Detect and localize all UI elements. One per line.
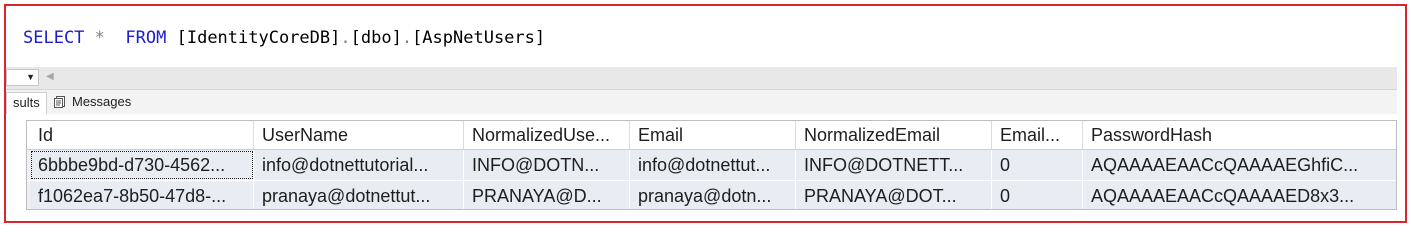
select-keyword: SELECT [23, 28, 85, 48]
grid-header-row: Id UserName NormalizedUse... Email Norma… [27, 121, 1396, 150]
messages-icon [54, 96, 65, 108]
column-header-emailconfirmed[interactable]: Email... [992, 121, 1083, 149]
from-keyword: FROM [125, 28, 167, 48]
scroll-left-icon[interactable]: ◀ [46, 72, 54, 82]
cell-normalizedusername[interactable]: INFO@DOTN... [464, 150, 630, 180]
column-header-email[interactable]: Email [630, 121, 796, 149]
tab-results[interactable]: sults [6, 92, 47, 114]
cell-emailconfirmed[interactable]: 0 [992, 181, 1083, 209]
cell-normalizedemail[interactable]: PRANAYA@DOT... [796, 181, 992, 209]
database-name: [IdentityCoreDB] [176, 28, 341, 48]
column-header-normalizedusername[interactable]: NormalizedUse... [464, 121, 630, 149]
column-header-username[interactable]: UserName [254, 121, 464, 149]
column-header-id[interactable]: Id [30, 121, 254, 149]
cell-id[interactable]: 6bbbe9bd-d730-4562... [30, 150, 254, 180]
results-tabs: sults Messages [6, 90, 1397, 114]
dropdown-arrow-icon: ▼ [26, 72, 35, 82]
column-header-normalizedemail[interactable]: NormalizedEmail [796, 121, 992, 149]
results-grid[interactable]: Id UserName NormalizedUse... Email Norma… [26, 120, 1397, 210]
dot-separator: . [340, 28, 351, 48]
cell-passwordhash[interactable]: AQAAAAEAACcQAAAAEGhfiC... [1083, 150, 1396, 180]
screenshot-frame: SELECT * FROM [IdentityCoreDB].[dbo].[As… [4, 4, 1407, 223]
tab-messages-label: Messages [72, 94, 132, 109]
column-header-passwordhash[interactable]: PasswordHash [1083, 121, 1396, 149]
cell-id[interactable]: f1062ea7-8b50-47d8-... [30, 181, 254, 209]
dot-separator: . [401, 28, 413, 48]
table-name: [AspNetUsers] [412, 28, 546, 48]
star-operator: * [94, 28, 105, 48]
schema-name: [dbo] [350, 28, 402, 48]
cell-emailconfirmed[interactable]: 0 [992, 150, 1083, 180]
zoom-dropdown[interactable]: ▼ [6, 69, 39, 86]
table-row[interactable]: f1062ea7-8b50-47d8-... pranaya@dotnettut… [27, 181, 1396, 209]
cell-username[interactable]: pranaya@dotnettut... [254, 181, 464, 209]
cell-email[interactable]: pranaya@dotn... [630, 181, 796, 209]
cell-passwordhash[interactable]: AQAAAAEAACcQAAAAED8x3... [1083, 181, 1396, 209]
editor-horizontal-scrollbar[interactable]: ▼ ◀ [6, 67, 1397, 90]
cell-normalizedemail[interactable]: INFO@DOTNETT... [796, 150, 992, 180]
cell-email[interactable]: info@dotnettut... [630, 150, 796, 180]
cell-normalizedusername[interactable]: PRANAYA@D... [464, 181, 630, 209]
tab-messages[interactable]: Messages [50, 92, 142, 114]
sql-query-line[interactable]: SELECT * FROM [IdentityCoreDB].[dbo].[As… [23, 26, 545, 50]
table-row[interactable]: 6bbbe9bd-d730-4562... info@dotnettutoria… [27, 150, 1396, 181]
cell-username[interactable]: info@dotnettutorial... [254, 150, 464, 180]
